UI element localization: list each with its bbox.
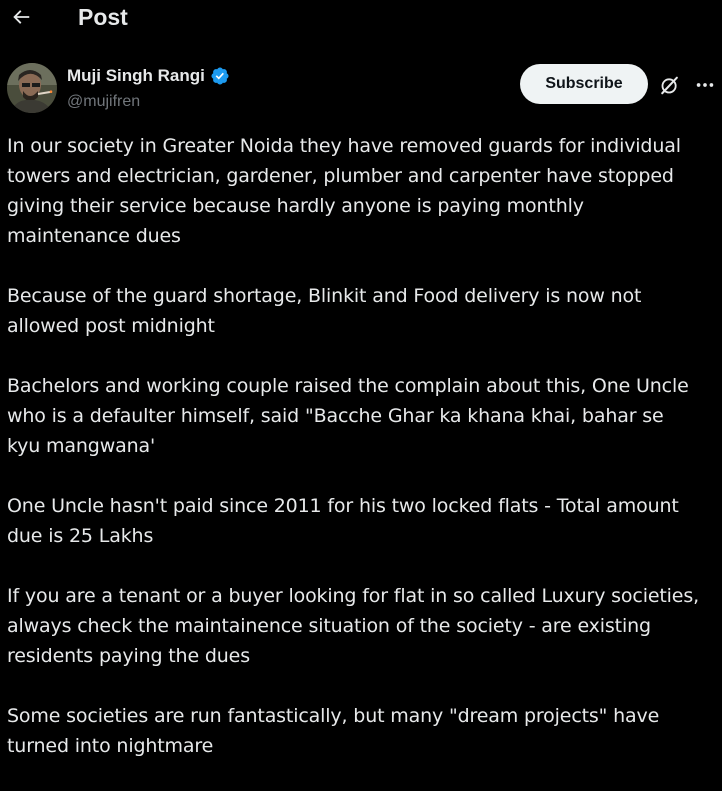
author-handle[interactable]: @mujifren [67,92,140,112]
post-paragraph: Because of the guard shortage, Blinkit a… [7,285,642,337]
verified-badge-icon [211,67,229,85]
top-header: Post [0,0,722,36]
post-paragraph: One Uncle hasn't paid since 2011 for his… [7,495,679,547]
post-paragraph: In our society in Greater Noida they hav… [7,135,681,247]
author-name[interactable]: Muji Singh Rangi [67,66,230,86]
post-paragraph: Some societies are run fantastically, bu… [7,705,660,757]
author-name-text: Muji Singh Rangi [67,66,205,85]
post-paragraph: If you are a tenant or a buyer looking f… [7,585,699,667]
subscribe-button[interactable]: Subscribe [520,64,648,104]
arrow-left-icon [13,10,30,24]
avatar[interactable] [7,63,57,113]
post-author-row: Muji Singh Rangi @mujifren Subscribe [0,60,722,118]
more-icon [696,83,714,87]
grok-button[interactable] [657,72,683,98]
post-paragraph: Bachelors and working couple raised the … [7,375,689,457]
grok-icon [661,76,678,95]
post-text: In our society in Greater Noida they hav… [7,131,719,791]
back-button[interactable] [8,4,34,30]
page-title: Post [78,4,128,30]
more-options-button[interactable] [692,72,718,98]
